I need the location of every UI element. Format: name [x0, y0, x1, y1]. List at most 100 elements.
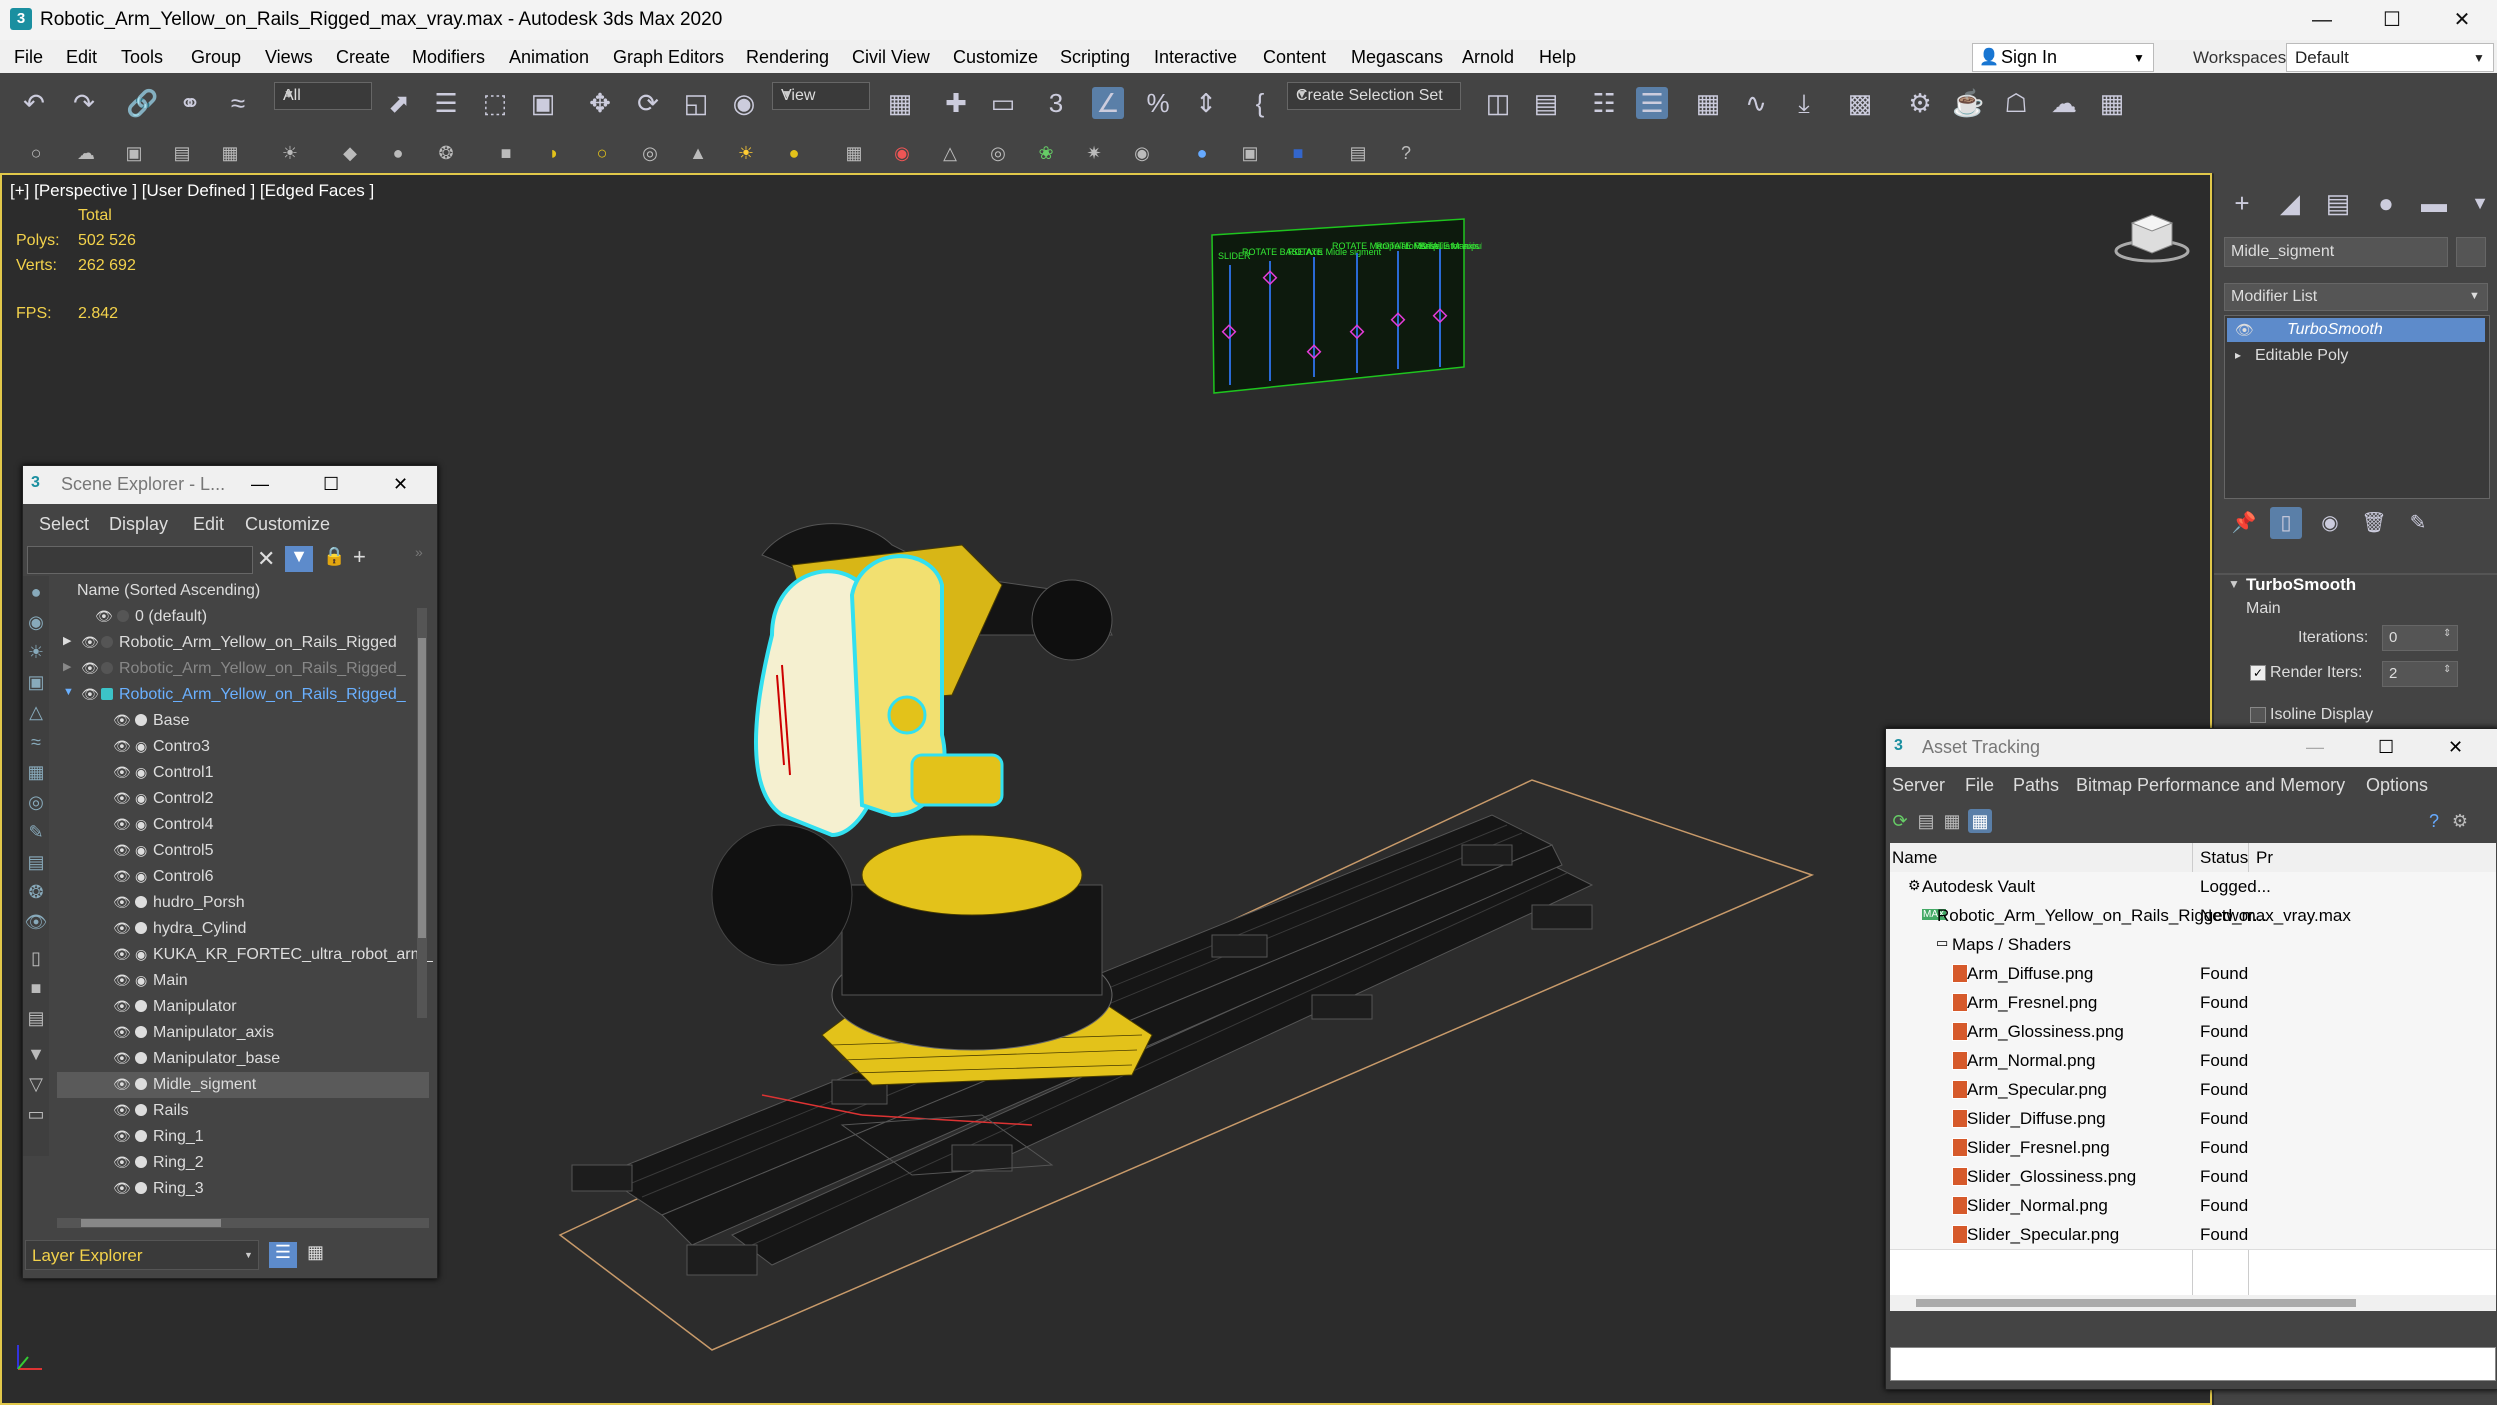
column-header-name[interactable]: Name	[1892, 848, 1937, 868]
menu-tools[interactable]: Tools	[121, 47, 163, 68]
settings-icon[interactable]: ⚙	[2448, 809, 2472, 833]
list-item[interactable]: 👁 Ring_2	[57, 1150, 429, 1176]
undo-icon[interactable]: ↶	[18, 87, 50, 119]
expand-arrow-icon[interactable]: ▶	[63, 660, 71, 673]
redo-icon[interactable]: ↷	[68, 87, 100, 119]
table-row[interactable]: Slider_Fresnel.png Found	[1890, 1133, 2496, 1163]
teapot-icon[interactable]: ●	[782, 141, 806, 165]
menu-create[interactable]: Create	[336, 47, 390, 68]
eye-icon[interactable]: 👁	[113, 765, 131, 779]
display-xrefs-icon[interactable]: ◎	[24, 790, 48, 814]
lock-icon[interactable]: 🔒	[323, 546, 345, 567]
display-containers-icon[interactable]: ▤	[24, 850, 48, 874]
scene-explorer-titlebar[interactable]: 3 Scene Explorer - L... — ☐ ✕	[23, 466, 437, 504]
expand-arrow-icon[interactable]: ▶	[63, 634, 71, 647]
asset-tracking-titlebar[interactable]: 3 Asset Tracking — ☐ ✕	[1886, 729, 2497, 767]
create-selection-set-dropdown[interactable]: Create Selection Set ▼	[1287, 82, 1461, 110]
sphere-icon[interactable]: ●	[386, 141, 410, 165]
filter-funnel-icon[interactable]: ▼	[24, 1042, 48, 1066]
create-tab-icon[interactable]: +	[2226, 187, 2258, 219]
close-button[interactable]: ✕	[2427, 0, 2497, 40]
percent-snap-icon[interactable]: %	[1142, 87, 1174, 119]
table-row[interactable]: Slider_Normal.png Found	[1890, 1191, 2496, 1221]
list-item[interactable]: 👁 Manipulator_axis	[57, 1020, 429, 1046]
eye-icon[interactable]: 👁	[113, 1103, 131, 1117]
schematic-view-icon[interactable]: ⤓	[1788, 87, 1820, 119]
minimize-button[interactable]: —	[2287, 0, 2357, 40]
display-geometry-icon[interactable]: ●	[24, 580, 48, 604]
display-lights-icon[interactable]: ☀	[24, 640, 48, 664]
column-header-status[interactable]: Status	[2200, 848, 2248, 868]
list-icon[interactable]: ▤	[170, 141, 194, 165]
remove-modifier-icon[interactable]: 🗑	[2358, 507, 2390, 539]
explorer-type-dropdown[interactable]: Layer Explorer ▼	[25, 1240, 259, 1270]
list-item[interactable]: 👁 Base	[57, 708, 429, 734]
display-shapes-icon[interactable]: ◉	[24, 610, 48, 634]
eye-icon[interactable]: 👁	[81, 687, 99, 701]
keyboard-shortcut-override-icon[interactable]: ▭	[987, 87, 1019, 119]
display-tab-icon[interactable]: ▬	[2418, 187, 2450, 219]
eye-icon[interactable]: 👁	[81, 635, 99, 649]
filter-selected-icon[interactable]: ▽	[24, 1072, 48, 1096]
scene-converter-icon[interactable]: ▤	[1346, 141, 1370, 165]
render-iters-spinner[interactable]: 2 ⇕	[2382, 661, 2458, 687]
render-iters-checkbox[interactable]: ✓	[2250, 665, 2266, 681]
table-view-icon[interactable]: ▦	[1968, 809, 1992, 833]
menu-interactive[interactable]: Interactive	[1154, 47, 1237, 68]
spinner-arrows-icon[interactable]: ⇕	[2443, 664, 2451, 675]
modifier-turbosmooth[interactable]: 👁 TurboSmooth	[2227, 318, 2485, 342]
place-icon[interactable]: ◉	[728, 87, 760, 119]
frame-buffer-icon[interactable]: ▣	[1238, 141, 1262, 165]
list-item[interactable]: 👁 ◉ Control1	[57, 760, 429, 786]
rollout-title[interactable]: TurboSmooth	[2246, 575, 2356, 595]
rollout-collapse-icon[interactable]: ▼	[2228, 577, 2240, 591]
at-menu-options[interactable]: Options	[2366, 775, 2428, 796]
eye-icon[interactable]: 👁	[113, 791, 131, 805]
scrollbar-thumb[interactable]	[81, 1219, 221, 1227]
sign-in-dropdown[interactable]: 👤 Sign In ▼	[1972, 43, 2154, 72]
close-icon[interactable]: ✕	[2448, 737, 2463, 758]
menu-rendering[interactable]: Rendering	[746, 47, 829, 68]
rendered-frame-window-icon[interactable]: ☕	[1952, 87, 1984, 119]
render-shortcuts-icon[interactable]: ▦	[2096, 87, 2128, 119]
menu-edit[interactable]: Edit	[66, 47, 97, 68]
at-menu-bitmap-performance[interactable]: Bitmap Performance and Memory	[2076, 775, 2345, 796]
list-item[interactable]: ▼ 👁 Robotic_Arm_Yellow_on_Rails_Rigged_	[57, 682, 429, 708]
vray-icon[interactable]: ■	[1286, 141, 1310, 165]
object-color-swatch[interactable]	[2456, 237, 2486, 267]
mirror-icon[interactable]: ◫	[1482, 87, 1514, 119]
se-menu-edit[interactable]: Edit	[193, 514, 224, 535]
menu-arnold[interactable]: Arnold	[1462, 47, 1514, 68]
menu-group[interactable]: Group	[191, 47, 241, 68]
list-item[interactable]: 👁 Manipulator_base	[57, 1046, 429, 1072]
asset-path-input[interactable]	[1890, 1347, 2496, 1381]
scale-icon[interactable]: ◱	[680, 87, 712, 119]
ribbon-icon[interactable]: ▦	[1692, 87, 1724, 119]
list-item[interactable]: 👁 Rails	[57, 1098, 429, 1124]
select-manipulate-icon[interactable]: ✚	[940, 87, 972, 119]
environment-icon[interactable]: ☁	[74, 141, 98, 165]
list-item[interactable]: 👁 ◉ Control4	[57, 812, 429, 838]
list-item[interactable]: 👁 ◉ Control2	[57, 786, 429, 812]
hierarchy-icon[interactable]: ▦	[307, 1242, 324, 1263]
help-icon[interactable]: ?	[2422, 809, 2446, 833]
helper-icon[interactable]: △	[938, 141, 962, 165]
table-row[interactable]: Arm_Diffuse.png Found	[1890, 959, 2496, 989]
bind-spacewarp-icon[interactable]: ≈	[222, 87, 254, 119]
proxy-icon[interactable]: ✷	[1082, 141, 1106, 165]
align-icon[interactable]: ▤	[1530, 87, 1562, 119]
menu-help[interactable]: Help	[1539, 47, 1576, 68]
motion-tab-icon[interactable]: ●	[2370, 187, 2402, 219]
refresh-icon[interactable]: ⟳	[1888, 809, 1912, 833]
torus-icon[interactable]: ◎	[638, 141, 662, 165]
expand-arrow-icon[interactable]: ▸	[2235, 348, 2241, 362]
display-bones-icon[interactable]: ✎	[24, 820, 48, 844]
clear-search-icon[interactable]: ✕	[257, 546, 275, 572]
expand-toolbar-icon[interactable]: »	[415, 544, 423, 560]
list-item-selected[interactable]: 👁 Midle_sigment	[57, 1072, 429, 1098]
eye-icon[interactable]: 👁	[113, 973, 131, 987]
object-name-field[interactable]: Midle_sigment	[2224, 237, 2448, 267]
list-item[interactable]: 👁 ◉ Control5	[57, 838, 429, 864]
eye-icon[interactable]: 👁	[113, 921, 131, 935]
eye-icon[interactable]: 👁	[2235, 321, 2254, 339]
